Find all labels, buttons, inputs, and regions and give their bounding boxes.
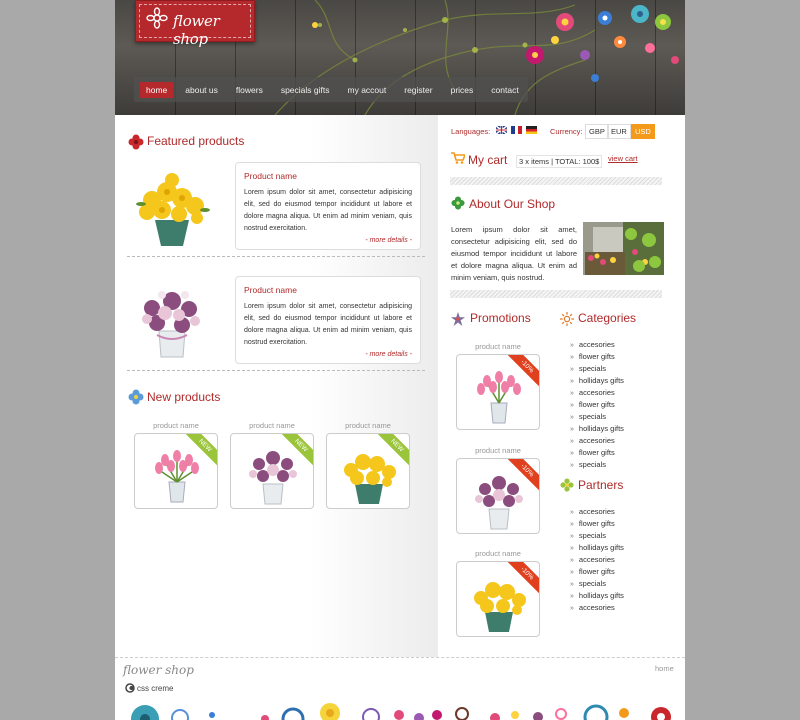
currency-usd[interactable]: USD	[631, 124, 655, 139]
category-item[interactable]: » accesories	[570, 435, 624, 447]
partner-item[interactable]: » accesories	[570, 602, 624, 614]
purple-bouquet-image[interactable]	[127, 273, 217, 363]
nav-register[interactable]: register	[398, 82, 438, 98]
promo-product-1[interactable]: -10%	[456, 354, 540, 430]
main-content: Featured products Product name Lorem ips…	[115, 115, 438, 657]
category-item[interactable]: » specials	[570, 459, 624, 471]
new-products-title: New products	[147, 390, 221, 404]
product-label: product name	[475, 549, 521, 558]
product-label: product name	[345, 421, 391, 430]
blue-flower-icon	[128, 389, 144, 405]
flower-icon	[128, 134, 144, 150]
sidebar: Languages: Currency: GBP EUR USD My cart…	[438, 115, 685, 657]
more-details-link[interactable]: - more details -	[365, 237, 412, 244]
product-name[interactable]: Product name	[244, 171, 412, 181]
featured-product-1: Product name Lorem ipsum dolor sit amet,…	[235, 162, 421, 250]
cart-title: My cart	[468, 153, 508, 167]
green-flower-icon	[451, 196, 465, 210]
featured-title: Featured products	[147, 134, 245, 148]
footer-brand: flower shop	[123, 663, 194, 677]
about-text: Lorem ipsum dolor sit amet, consectetur …	[451, 225, 577, 282]
category-item[interactable]: » flower gifts	[570, 447, 624, 459]
germany-flag-icon[interactable]	[526, 126, 537, 134]
languages-label: Languages:	[451, 127, 491, 136]
category-item[interactable]: » hollidays gifts	[570, 375, 624, 387]
partner-item[interactable]: » hollidays gifts	[570, 542, 624, 554]
product-description: Lorem ipsum dolor sit amet, consectetur …	[244, 303, 412, 346]
product-label: product name	[475, 446, 521, 455]
footer: flower shop css creme home	[115, 657, 685, 720]
nav-specials-gifts[interactable]: specials gifts	[275, 82, 336, 98]
currency-label: Currency:	[550, 127, 583, 136]
partner-item[interactable]: » hollidays gifts	[570, 590, 624, 602]
product-label: product name	[153, 421, 199, 430]
nav-my-account[interactable]: my accout	[342, 82, 393, 98]
nav-contact[interactable]: contact	[485, 82, 524, 98]
star-icon	[451, 312, 465, 326]
nav-home[interactable]: home	[140, 81, 174, 98]
partner-item[interactable]: » specials	[570, 578, 624, 590]
yellow-bouquet-image[interactable]	[127, 160, 217, 250]
partner-item[interactable]: » flower gifts	[570, 566, 624, 578]
category-item[interactable]: » flower gifts	[570, 399, 624, 411]
view-cart-link[interactable]: view cart	[608, 154, 638, 163]
new-product-3[interactable]: NEW	[326, 433, 410, 509]
footer-flowers-decoration	[131, 703, 671, 720]
about-title: About Our Shop	[469, 197, 556, 211]
product-name[interactable]: Product name	[244, 285, 412, 295]
partner-item[interactable]: » accesories	[570, 506, 624, 518]
categories-title: Categories	[578, 311, 637, 325]
product-description: Lorem ipsum dolor sit amet, consectetur …	[244, 189, 412, 232]
uk-flag-icon[interactable]	[496, 126, 507, 134]
partners-title: Partners	[578, 478, 624, 492]
categories-list: » accesories » flower gifts » specials » hol…	[570, 339, 624, 471]
promotions-title: Promotions	[470, 311, 531, 325]
css-creme-icon	[125, 683, 135, 693]
footer-credit[interactable]: css creme	[137, 684, 173, 693]
currency-eur[interactable]: EUR	[607, 124, 631, 139]
france-flag-icon[interactable]	[511, 126, 522, 134]
cart-summary: 3 x items | TOTAL: 100$	[516, 155, 603, 168]
lime-flower-icon	[560, 478, 574, 492]
logo[interactable]: flower shop	[135, 0, 255, 48]
category-item[interactable]: » accesories	[570, 339, 624, 351]
orange-flower-icon	[560, 312, 574, 326]
product-label: product name	[249, 421, 295, 430]
logo-text: flower shop	[173, 12, 220, 48]
new-product-2[interactable]: NEW	[230, 433, 314, 509]
footer-home-link[interactable]: home	[655, 664, 674, 673]
category-item[interactable]: » accesories	[570, 387, 624, 399]
page: flower shop home about us flowers specia…	[115, 0, 685, 720]
main-nav: home about us flowers specials gifts my …	[134, 77, 528, 102]
product-label: product name	[475, 342, 521, 351]
promo-product-2[interactable]: -10%	[456, 458, 540, 534]
nav-about-us[interactable]: about us	[179, 82, 224, 98]
featured-product-2: Product name Lorem ipsum dolor sit amet,…	[235, 276, 421, 364]
category-item[interactable]: » flower gifts	[570, 351, 624, 363]
category-item[interactable]: » specials	[570, 411, 624, 423]
more-details-link[interactable]: - more details -	[365, 351, 412, 358]
partner-item[interactable]: » accesories	[570, 554, 624, 566]
cart-icon	[451, 152, 465, 164]
partner-item[interactable]: » flower gifts	[570, 518, 624, 530]
new-product-1[interactable]: NEW	[134, 433, 218, 509]
logo-flower-icon	[146, 7, 168, 29]
nav-flowers[interactable]: flowers	[230, 82, 269, 98]
promo-product-3[interactable]: -10%	[456, 561, 540, 637]
currency-gbp[interactable]: GBP	[585, 124, 609, 139]
header: flower shop home about us flowers specia…	[115, 0, 685, 115]
nav-prices[interactable]: prices	[445, 82, 480, 98]
category-item[interactable]: » specials	[570, 363, 624, 375]
shop-photo[interactable]	[583, 222, 664, 275]
partners-list: » accesories » flower gifts » specials » hol…	[570, 506, 624, 614]
partner-item[interactable]: » specials	[570, 530, 624, 542]
category-item[interactable]: » hollidays gifts	[570, 423, 624, 435]
